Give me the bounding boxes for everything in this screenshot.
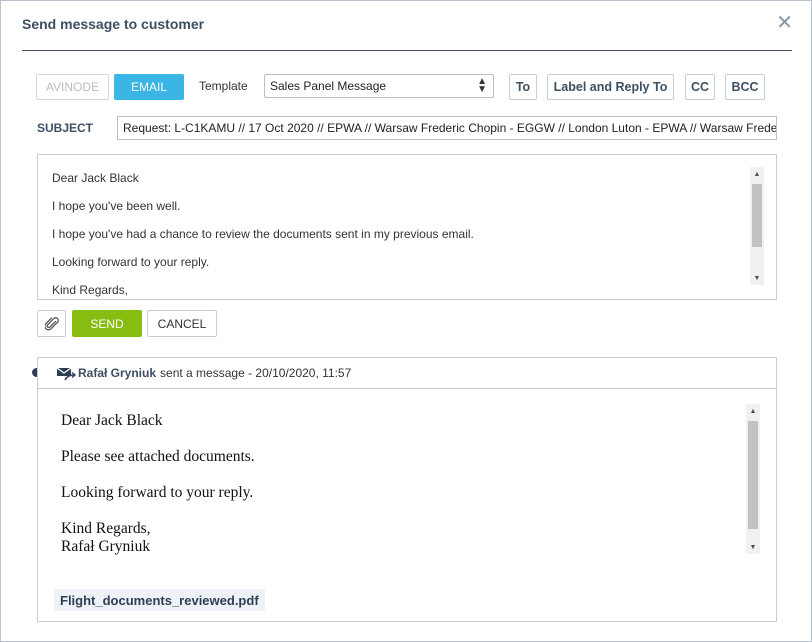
message-line: Rafał Gryniuk <box>61 538 151 555</box>
scroll-down-icon[interactable]: ▼ <box>750 271 764 285</box>
editor-line: Dear Jack Black <box>52 171 139 185</box>
scrollbar-thumb[interactable] <box>752 184 762 247</box>
scroll-up-icon[interactable]: ▲ <box>746 404 760 418</box>
editor-line: I hope you've been well. <box>52 199 181 213</box>
title-divider <box>22 50 792 51</box>
message-body-editor[interactable]: Dear Jack Black I hope you've been well.… <box>37 154 777 300</box>
attach-button[interactable] <box>37 310 66 337</box>
message-meta: sent a message - 20/10/2020, 11:57 <box>160 366 352 380</box>
editor-line: Kind Regards, <box>52 283 129 297</box>
scrollbar-thumb[interactable] <box>748 421 758 529</box>
paperclip-icon <box>44 316 59 330</box>
sent-message-card: Rafał Gryniuk sent a message - 20/10/202… <box>37 357 777 622</box>
to-button[interactable]: To <box>509 74 537 100</box>
message-scrollbar[interactable]: ▲ ▼ <box>746 404 760 554</box>
template-select-value: Sales Panel Message <box>270 79 387 93</box>
dialog-title: Send message to customer <box>22 16 205 32</box>
editor-content: Dear Jack Black I hope you've been well.… <box>52 171 746 299</box>
message-line: Dear Jack Black <box>61 412 163 429</box>
message-header: Rafał Gryniuk sent a message - 20/10/202… <box>38 358 776 389</box>
bcc-button[interactable]: BCC <box>725 74 765 100</box>
message-line: Please see attached documents. <box>61 448 255 465</box>
scroll-down-icon[interactable]: ▼ <box>746 540 760 554</box>
attachment-link[interactable]: Flight_documents_reviewed.pdf <box>54 589 265 611</box>
avinode-button[interactable]: AVINODE <box>36 74 109 100</box>
subject-label: SUBJECT <box>37 121 94 135</box>
template-select[interactable]: Sales Panel Message ▲ ▼ <box>264 74 494 98</box>
scroll-up-icon[interactable]: ▲ <box>750 167 764 181</box>
select-chevron-icon: ▲ ▼ <box>477 76 487 95</box>
template-label: Template <box>199 79 248 93</box>
cc-button[interactable]: CC <box>685 74 715 100</box>
envelope-reply-icon <box>56 367 76 381</box>
close-icon[interactable]: ✕ <box>776 13 793 33</box>
send-message-dialog: Send message to customer ✕ AVINODE EMAIL… <box>0 0 812 642</box>
email-button[interactable]: EMAIL <box>114 74 184 100</box>
message-line: Looking forward to your reply. <box>61 484 254 501</box>
send-button[interactable]: SEND <box>72 310 142 337</box>
editor-line: Looking forward to your reply. <box>52 255 210 269</box>
message-sender: Rafał Gryniuk <box>78 366 157 380</box>
editor-line: I hope you've had a chance to review the… <box>52 227 474 241</box>
cancel-button[interactable]: CANCEL <box>147 310 217 337</box>
message-line: Kind Regards, <box>61 520 151 537</box>
editor-scrollbar[interactable]: ▲ ▼ <box>750 167 764 285</box>
label-and-reply-to-button[interactable]: Label and Reply To <box>547 74 674 100</box>
subject-input[interactable]: Request: L-C1KAMU // 17 Oct 2020 // EPWA… <box>117 116 777 140</box>
